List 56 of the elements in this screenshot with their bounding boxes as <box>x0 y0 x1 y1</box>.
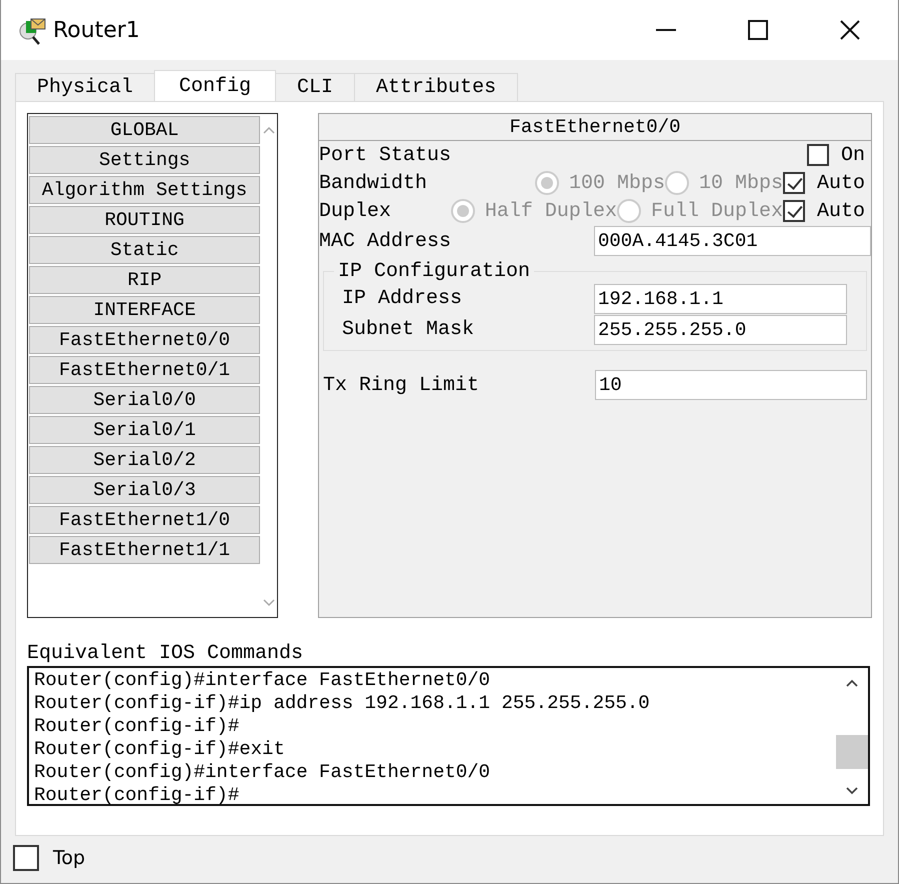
command-line: Router(config-if)# <box>34 715 240 738</box>
sidebar-item[interactable]: Serial0/3 <box>29 476 260 504</box>
input-field[interactable]: 000A.4145.3C01 <box>594 226 871 256</box>
field-label: Port Status <box>319 144 452 166</box>
command-line: Router(config-if)#ip address 192.168.1.1 255.255.255.0 <box>34 692 651 715</box>
radio-label: 10 Mbps <box>698 172 783 194</box>
sidebar-item[interactable]: RIP <box>29 266 260 294</box>
sidebar-item[interactable]: GLOBAL <box>29 116 260 144</box>
sidebar-item[interactable]: Settings <box>29 146 260 174</box>
tab[interactable]: Physical <box>15 73 156 101</box>
sidebar-item[interactable]: Serial0/1 <box>29 416 260 444</box>
field-label: IP Address <box>342 287 462 310</box>
tab[interactable]: Attributes <box>354 73 518 101</box>
checkbox[interactable] <box>806 144 829 166</box>
close-icon[interactable] <box>840 20 860 40</box>
command-line: Router(config-if)#exit <box>34 738 286 761</box>
checkbox[interactable] <box>13 845 39 871</box>
field-label: Subnet Mask <box>342 318 474 341</box>
input-field[interactable]: 255.255.255.0 <box>594 314 847 344</box>
field-label: Tx Ring Limit <box>323 374 480 396</box>
sidebar-item[interactable]: ROUTING <box>29 206 260 234</box>
sidebar-item[interactable]: Algorithm Settings <box>29 176 260 204</box>
window-title: Router1 <box>53 18 140 42</box>
tab[interactable]: Config <box>154 70 276 101</box>
section-label: Equivalent IOS Commands <box>27 642 304 666</box>
input-field[interactable]: 10 <box>595 370 867 400</box>
command-line: Router(config)#interface FastEthernet0/0 <box>34 669 492 692</box>
sidebar-item[interactable]: FastEthernet1/0 <box>29 506 260 534</box>
command-line: Router(config-if)# <box>34 784 240 807</box>
checkbox-label: Top <box>53 847 86 869</box>
radio-label: 100 Mbps <box>568 172 665 194</box>
maximize-icon[interactable] <box>748 20 768 40</box>
command-line: Router(config)#interface FastEthernet0/0 <box>34 761 492 784</box>
scroll-down-icon[interactable] <box>845 786 859 796</box>
input-field[interactable]: 192.168.1.1 <box>594 284 847 314</box>
scroll-up-icon[interactable] <box>845 678 859 688</box>
group-title: IP Configuration <box>334 260 534 283</box>
field-label: MAC Address <box>319 230 452 252</box>
checkbox[interactable] <box>782 172 805 194</box>
sidebar-item[interactable]: INTERFACE <box>29 296 260 324</box>
checkbox-label: On <box>840 144 865 166</box>
sidebar-item[interactable]: FastEthernet0/0 <box>29 326 260 354</box>
checkbox-label: Auto <box>816 172 865 194</box>
radio-label: Full Duplex <box>650 200 783 222</box>
sidebar-item[interactable]: FastEthernet0/1 <box>29 356 260 384</box>
radio-label: Half Duplex <box>484 200 617 222</box>
field-label: Bandwidth <box>319 172 428 194</box>
sidebar-item[interactable]: Serial0/2 <box>29 446 260 474</box>
checkbox-label: Auto <box>816 200 865 222</box>
checkbox[interactable] <box>782 200 805 222</box>
sidebar-item[interactable]: Static <box>29 236 260 264</box>
panel-title: FastEthernet0/0 <box>319 114 871 141</box>
scroll-thumb[interactable] <box>836 735 868 769</box>
sidebar-item[interactable]: Serial0/0 <box>29 386 260 414</box>
sidebar-item[interactable]: FastEthernet1/1 <box>29 536 260 564</box>
field-label: Duplex <box>319 200 392 222</box>
